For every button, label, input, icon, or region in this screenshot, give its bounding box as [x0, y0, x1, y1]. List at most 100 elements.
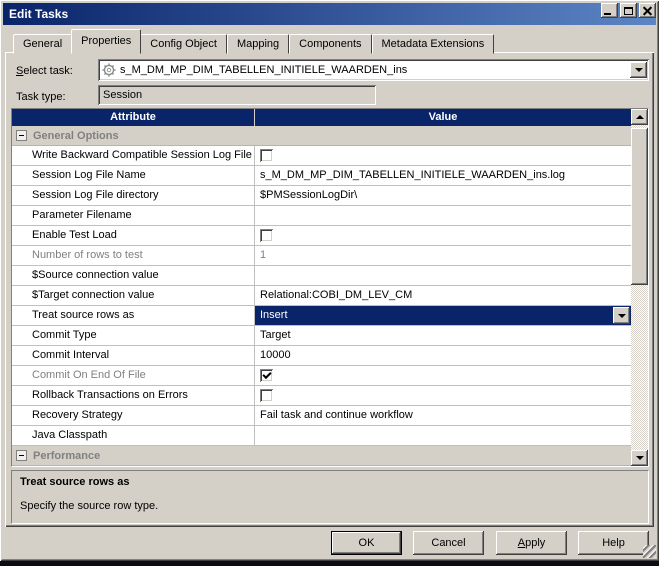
- table-row: $Source connection value: [12, 266, 631, 286]
- minimize-icon: [604, 13, 611, 15]
- value-cell[interactable]: [255, 146, 631, 165]
- tab-components[interactable]: Components: [289, 34, 371, 54]
- table-row: Treat source rows asInsert: [12, 306, 631, 326]
- value-cell[interactable]: [255, 226, 631, 245]
- group-label: General Options: [33, 130, 119, 142]
- chevron-down-icon: [635, 68, 643, 72]
- attribute-cell: Enable Test Load: [12, 226, 255, 245]
- value-cell[interactable]: [255, 386, 631, 405]
- attribute-cell: Commit On End Of File: [12, 366, 255, 385]
- value-cell[interactable]: [255, 266, 631, 285]
- task-type-label: Task type:: [16, 91, 66, 103]
- attribute-cell: Write Backward Compatible Session Log Fi…: [12, 146, 255, 165]
- value-cell[interactable]: Target: [255, 326, 631, 345]
- value-cell[interactable]: 10000: [255, 346, 631, 365]
- scroll-up-button[interactable]: [631, 109, 648, 125]
- scrollbar-thumb[interactable]: [631, 128, 648, 285]
- table-row: Enable Test Load: [12, 226, 631, 246]
- close-icon: [643, 7, 652, 15]
- scroll-up-icon: [636, 115, 644, 119]
- table-row: Session Log File Names_M_DM_MP_DIM_TABEL…: [12, 166, 631, 186]
- table-row: $Target connection valueRelational:COBI_…: [12, 286, 631, 306]
- attribute-cell: Recovery Strategy: [12, 406, 255, 425]
- task-type-value: Session: [103, 89, 142, 101]
- value-cell[interactable]: [255, 426, 631, 445]
- table-body: General Options Write Backward Compatible…: [12, 126, 631, 466]
- value-cell[interactable]: Insert: [255, 306, 631, 325]
- scroll-down-icon: [636, 456, 644, 460]
- help-button[interactable]: Help: [578, 531, 649, 555]
- attribute-cell: Java Classpath: [12, 426, 255, 445]
- table-row: Java Classpath: [12, 426, 631, 446]
- attribute-cell: $Target connection value: [12, 286, 255, 305]
- window-title: Edit Tasks: [3, 7, 68, 21]
- attribute-cell: Session Log File directory: [12, 186, 255, 205]
- attribute-cell: Treat source rows as: [12, 306, 255, 325]
- checkbox[interactable]: [260, 229, 273, 242]
- description-text: Specify the source row type.: [20, 500, 640, 512]
- table-row: Recovery StrategyFail task and continue …: [12, 406, 631, 426]
- minimize-button[interactable]: [601, 3, 618, 18]
- value-cell[interactable]: Fail task and continue workflow: [255, 406, 631, 425]
- title-bar: Edit Tasks: [3, 3, 656, 25]
- apply-button[interactable]: Apply: [496, 531, 567, 555]
- value-cell[interactable]: [255, 206, 631, 225]
- select-task-label: Select task:: [16, 65, 73, 77]
- chevron-down-icon: [618, 314, 626, 318]
- dropdown-button[interactable]: [613, 307, 630, 324]
- attribute-cell: Parameter Filename: [12, 206, 255, 225]
- tab-metadata-extensions[interactable]: Metadata Extensions: [372, 34, 495, 54]
- checkbox[interactable]: [260, 389, 273, 402]
- table-row: Number of rows to test1: [12, 246, 631, 266]
- value-cell[interactable]: 1: [255, 246, 631, 265]
- description-title: Treat source rows as: [20, 476, 640, 488]
- attribute-cell: Commit Type: [12, 326, 255, 345]
- value-cell[interactable]: s_M_DM_MP_DIM_TABELLEN_INITIELE_WAARDEN_…: [255, 166, 631, 185]
- value-cell[interactable]: Relational:COBI_DM_LEV_CM: [255, 286, 631, 305]
- group-label: Performance: [33, 450, 100, 462]
- group-row: Performance: [12, 446, 631, 466]
- close-button[interactable]: [639, 3, 656, 18]
- tab-strip: GeneralPropertiesConfig ObjectMappingCom…: [13, 29, 494, 54]
- value-cell[interactable]: $PMSessionLogDir\: [255, 186, 631, 205]
- attribute-cell: Rollback Transactions on Errors: [12, 386, 255, 405]
- collapse-minus-icon[interactable]: [16, 130, 27, 141]
- value-column-header: Value: [255, 109, 631, 126]
- description-panel: Treat source rows as Specify the source …: [11, 470, 649, 524]
- checkbox[interactable]: [260, 369, 273, 382]
- attribute-cell: Commit Interval: [12, 346, 255, 365]
- tab-general[interactable]: General: [13, 34, 72, 54]
- task-type-field: Session: [98, 85, 376, 105]
- select-task-dropdown-button[interactable]: [630, 62, 647, 78]
- ok-button[interactable]: OK: [331, 531, 402, 555]
- group-row: General Options: [12, 126, 631, 146]
- tab-properties[interactable]: Properties: [71, 29, 141, 54]
- resize-grip[interactable]: [643, 545, 656, 558]
- select-task-value: s_M_DM_MP_DIM_TABELLEN_INITIELE_WAARDEN_…: [120, 64, 630, 76]
- select-task-combobox[interactable]: s_M_DM_MP_DIM_TABELLEN_INITIELE_WAARDEN_…: [98, 59, 649, 81]
- value-cell[interactable]: [255, 366, 631, 385]
- table-row: Write Backward Compatible Session Log Fi…: [12, 146, 631, 166]
- table-header: Attribute Value: [12, 109, 631, 126]
- table-row: Commit Interval10000: [12, 346, 631, 366]
- maximize-icon: [624, 7, 633, 15]
- tab-mapping[interactable]: Mapping: [227, 34, 289, 54]
- vertical-scrollbar[interactable]: [631, 109, 648, 466]
- attribute-cell: $Source connection value: [12, 266, 255, 285]
- table-row: Session Log File directory$PMSessionLogD…: [12, 186, 631, 206]
- tab-config-object[interactable]: Config Object: [140, 34, 227, 54]
- scroll-down-button[interactable]: [631, 450, 648, 466]
- edit-tasks-dialog: Edit Tasks GeneralPropertiesConfig Objec…: [0, 0, 659, 561]
- table-row: Parameter Filename: [12, 206, 631, 226]
- collapse-minus-icon[interactable]: [16, 450, 27, 461]
- session-gear-icon: [102, 63, 116, 77]
- attribute-column-header: Attribute: [12, 109, 255, 126]
- cancel-button[interactable]: Cancel: [413, 531, 484, 555]
- attribute-cell: Session Log File Name: [12, 166, 255, 185]
- window-controls: [601, 3, 656, 18]
- table-row: Commit On End Of File: [12, 366, 631, 386]
- maximize-button[interactable]: [620, 3, 637, 18]
- checkbox[interactable]: [260, 149, 273, 162]
- table-row: Rollback Transactions on Errors: [12, 386, 631, 406]
- table-row: Commit TypeTarget: [12, 326, 631, 346]
